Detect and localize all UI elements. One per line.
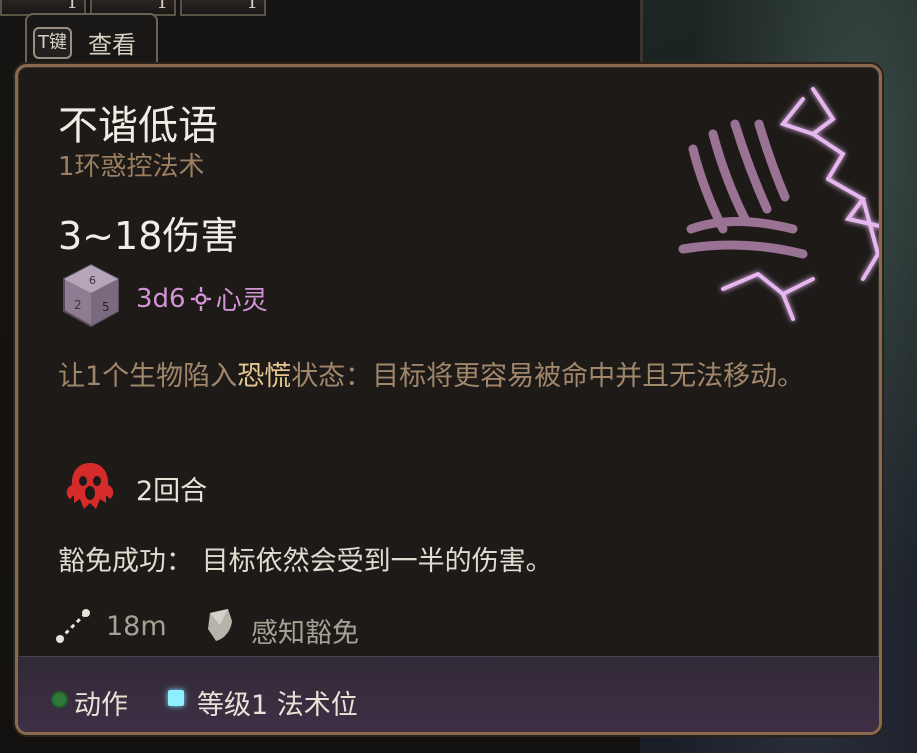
damage-dice-row: 3d6 心灵 bbox=[136, 280, 268, 317]
description-text: 让1个生物陷入 bbox=[58, 361, 238, 392]
frightened-keyword[interactable]: 恐慌 bbox=[237, 361, 291, 392]
panel-divider bbox=[640, 0, 643, 70]
damage-range: 3~18伤害 bbox=[58, 214, 239, 258]
cost-footer bbox=[18, 656, 879, 732]
frightened-icon bbox=[66, 463, 114, 509]
whisper-spell-icon bbox=[678, 87, 879, 321]
spell-tooltip: 不谐低语 1环惑控法术 3~18伤害 6 2 5 3d6 心灵 让1个生物陷入恐… bbox=[15, 64, 882, 735]
spell-description: 让1个生物陷入恐慌状态：目标将更容易被命中并且无法移动。 bbox=[58, 357, 858, 397]
range-icon bbox=[56, 609, 90, 643]
examine-label: 查看 bbox=[88, 31, 136, 59]
description-text: 状态：目标将更容易被命中并且无法移动。 bbox=[291, 361, 805, 392]
dice-icon: 6 2 5 bbox=[63, 263, 119, 328]
examine-hint[interactable]: T键 查看 bbox=[25, 13, 158, 65]
hotbar-count: 1 bbox=[246, 0, 258, 13]
status-duration: 2回合 bbox=[136, 476, 208, 507]
svg-text:5: 5 bbox=[102, 300, 110, 314]
hotbar-slot[interactable]: 1 bbox=[180, 0, 266, 16]
action-dot-icon bbox=[51, 691, 68, 708]
spell-slot-cost: 等级1 法术位 bbox=[197, 690, 358, 721]
range-value: 18m bbox=[106, 611, 167, 642]
spell-title: 不谐低语 bbox=[58, 103, 218, 149]
keybind-badge: T键 bbox=[33, 27, 72, 59]
saving-throw-type: 感知豁免 bbox=[251, 618, 359, 649]
save-success-text: 豁免成功： 目标依然会受到一半的伤害。 bbox=[58, 546, 553, 577]
action-cost: 动作 bbox=[74, 690, 128, 721]
dice-value: 3d6 bbox=[136, 283, 186, 314]
psychic-icon bbox=[190, 286, 211, 311]
svg-text:6: 6 bbox=[89, 274, 96, 287]
damage-type: 心灵 bbox=[215, 286, 268, 316]
hotbar-count: 1 bbox=[66, 0, 78, 13]
hotbar-count: 1 bbox=[156, 0, 168, 13]
shield-icon bbox=[208, 609, 232, 641]
spell-slot-icon bbox=[168, 690, 184, 706]
svg-text:2: 2 bbox=[74, 298, 82, 312]
spell-subtitle: 1环惑控法术 bbox=[58, 152, 205, 182]
